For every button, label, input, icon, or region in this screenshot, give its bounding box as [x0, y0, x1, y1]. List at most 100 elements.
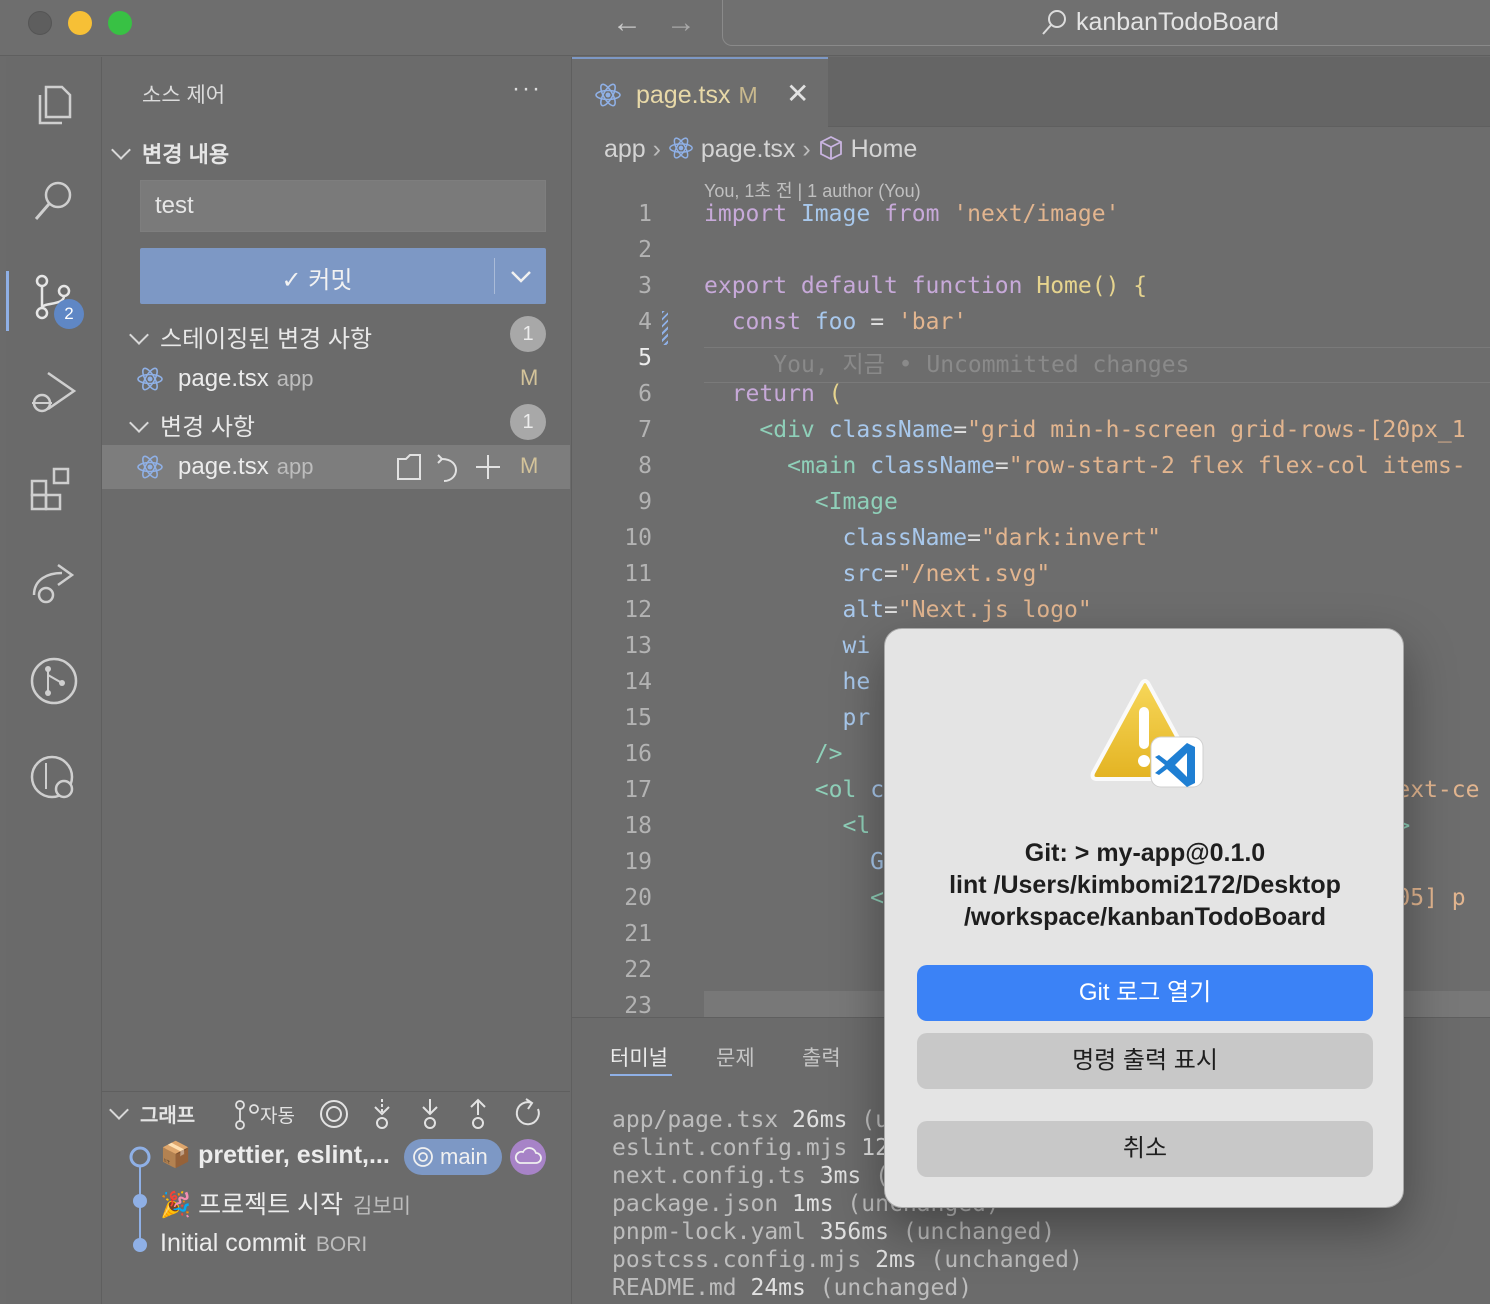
forward-arrow-icon[interactable]: →: [666, 8, 696, 38]
line-number: 23: [624, 993, 652, 1019]
section-label: 변경 내용: [142, 142, 230, 167]
dialog-message: Git: > my-app@0.1.0 lint /Users/kimbomi2…: [905, 837, 1385, 933]
staged-file-row[interactable]: page.tsx app M: [102, 357, 570, 401]
git-history-icon[interactable]: [28, 751, 80, 803]
commit-message-input[interactable]: [140, 180, 546, 232]
remote-icon[interactable]: [28, 559, 80, 611]
discard-changes-icon[interactable]: [437, 454, 458, 482]
chevron-down-icon: [511, 271, 531, 283]
branch-icon[interactable]: [235, 1100, 259, 1130]
breadcrumb-folder[interactable]: app: [604, 135, 646, 163]
active-indicator: [6, 271, 9, 331]
code-line: />: [814, 741, 843, 767]
modified-gutter-marker: [662, 311, 668, 345]
commit-dropdown-button[interactable]: [496, 248, 546, 304]
line-number: 4: [638, 309, 652, 335]
divider: [102, 1091, 570, 1092]
changes-header[interactable]: 변경 사항: [129, 407, 255, 442]
term-rest: (unchanged): [888, 1219, 1056, 1245]
staged-changes-header[interactable]: 스테이징된 변경 사항: [129, 319, 373, 354]
line-number: 10: [624, 525, 652, 551]
close-icon[interactable]: ✕: [786, 77, 809, 110]
commit-message: 📦 prettier, eslint,...: [160, 1141, 390, 1169]
row-actions: [397, 454, 500, 482]
search-icon[interactable]: [28, 175, 80, 227]
stage-change-icon[interactable]: [476, 455, 500, 479]
cloud-icon: [510, 1139, 546, 1175]
cancel-button[interactable]: 취소: [917, 1121, 1373, 1177]
inline-blame-text: You, 지금 • Uncommitted changes: [773, 352, 1190, 378]
line-number: 21: [624, 921, 652, 947]
term-ms: 2ms: [875, 1247, 917, 1273]
modified-status: M: [520, 453, 539, 478]
term-rest: (u: [847, 1107, 889, 1133]
warning-icon: [1090, 679, 1204, 788]
line-number: 20: [624, 885, 652, 911]
explorer-icon[interactable]: [28, 79, 80, 131]
breadcrumb-symbol[interactable]: Home: [851, 135, 918, 163]
minimize-window-button[interactable]: [68, 11, 92, 35]
staged-changes-label: 스테이징된 변경 사항: [160, 326, 373, 353]
commit-author: BORI: [315, 1233, 368, 1256]
tab-problems[interactable]: 문제: [716, 1042, 755, 1072]
commit-message: Initial commit BORI: [160, 1229, 367, 1258]
term-ms: 3ms: [819, 1163, 862, 1189]
term-ms: 26ms: [792, 1107, 848, 1133]
changes-section-header[interactable]: 변경 내용: [111, 137, 230, 169]
line-number: 16: [624, 741, 652, 767]
auto-label[interactable]: 자동: [260, 1101, 295, 1128]
commit-row[interactable]: 🎉 프로젝트 시작 김보미: [102, 1183, 570, 1223]
tab-output[interactable]: 출력: [802, 1042, 841, 1072]
chevron-down-icon: [109, 1100, 129, 1120]
run-debug-icon[interactable]: [28, 367, 80, 419]
graph-section-header[interactable]: 그래프: [109, 1099, 195, 1128]
pull-icon[interactable]: [422, 1099, 438, 1129]
term-file: app/page.tsx: [612, 1107, 779, 1133]
back-arrow-icon[interactable]: ←: [612, 8, 642, 38]
code-line: <div className="grid min-h-screen grid-r…: [759, 417, 1466, 443]
code-line: <main className="row-start-2 flex flex-c…: [787, 453, 1466, 479]
chevron-right-icon: ›: [652, 135, 668, 163]
push-icon[interactable]: [470, 1098, 486, 1129]
line-number: 7: [638, 417, 652, 443]
code-line: wi: [842, 633, 871, 659]
zoom-window-button[interactable]: [108, 11, 132, 35]
code-line: alt="Next.js logo": [842, 597, 1092, 623]
inline-blame: You, 지금 • Uncommitted changes: [704, 345, 1189, 379]
chevron-down-icon: [111, 140, 131, 160]
line-number: 11: [624, 561, 652, 587]
changed-file-row[interactable]: page.tsx app M: [102, 445, 570, 489]
code-line: pr: [842, 705, 871, 731]
extensions-icon[interactable]: [28, 463, 80, 515]
line-number: 22: [624, 957, 652, 983]
open-git-log-button[interactable]: Git 로그 열기: [917, 965, 1373, 1021]
commit-button[interactable]: ✓ 커밋: [140, 248, 546, 304]
terminal-line: pnpm-lock.yaml 356ms (unchanged): [612, 1218, 1083, 1246]
term-ms: 356ms: [819, 1219, 889, 1245]
tab-terminal[interactable]: 터미널: [610, 1042, 668, 1072]
chevron-down-icon: [129, 413, 149, 433]
term-file: package.json: [612, 1191, 779, 1217]
file-name: page.tsx app: [178, 365, 313, 393]
code-line: G: [870, 849, 885, 875]
more-actions-icon[interactable]: ···: [512, 75, 542, 103]
target-icon[interactable]: [320, 1100, 348, 1128]
symbol-cube-icon: [819, 135, 842, 161]
open-file-icon[interactable]: [397, 454, 421, 480]
breadcrumb-file[interactable]: page.tsx: [701, 135, 796, 163]
show-command-output-button[interactable]: 명령 출력 표시: [917, 1033, 1373, 1089]
tab-page-tsx[interactable]: page.tsx M ✕: [572, 57, 828, 127]
file-name-text: page.tsx: [178, 453, 269, 480]
fetch-icon[interactable]: [374, 1099, 390, 1129]
git-graph-icon[interactable]: [28, 655, 80, 707]
chevron-down-icon: [129, 325, 149, 345]
commit-row[interactable]: Initial commit BORI: [102, 1227, 570, 1267]
close-window-button[interactable]: [28, 11, 52, 35]
file-dir: app: [276, 454, 314, 479]
dialog-message-line: lint /Users/kimbomi2172/Desktop: [949, 871, 1341, 899]
refresh-icon[interactable]: [515, 1098, 540, 1126]
branch-name: main: [440, 1144, 488, 1169]
blame-codelens[interactable]: You, 1초 전 | 1 author (You): [704, 177, 921, 203]
branch-tag-main: main: [404, 1139, 502, 1175]
divider: [494, 258, 495, 294]
